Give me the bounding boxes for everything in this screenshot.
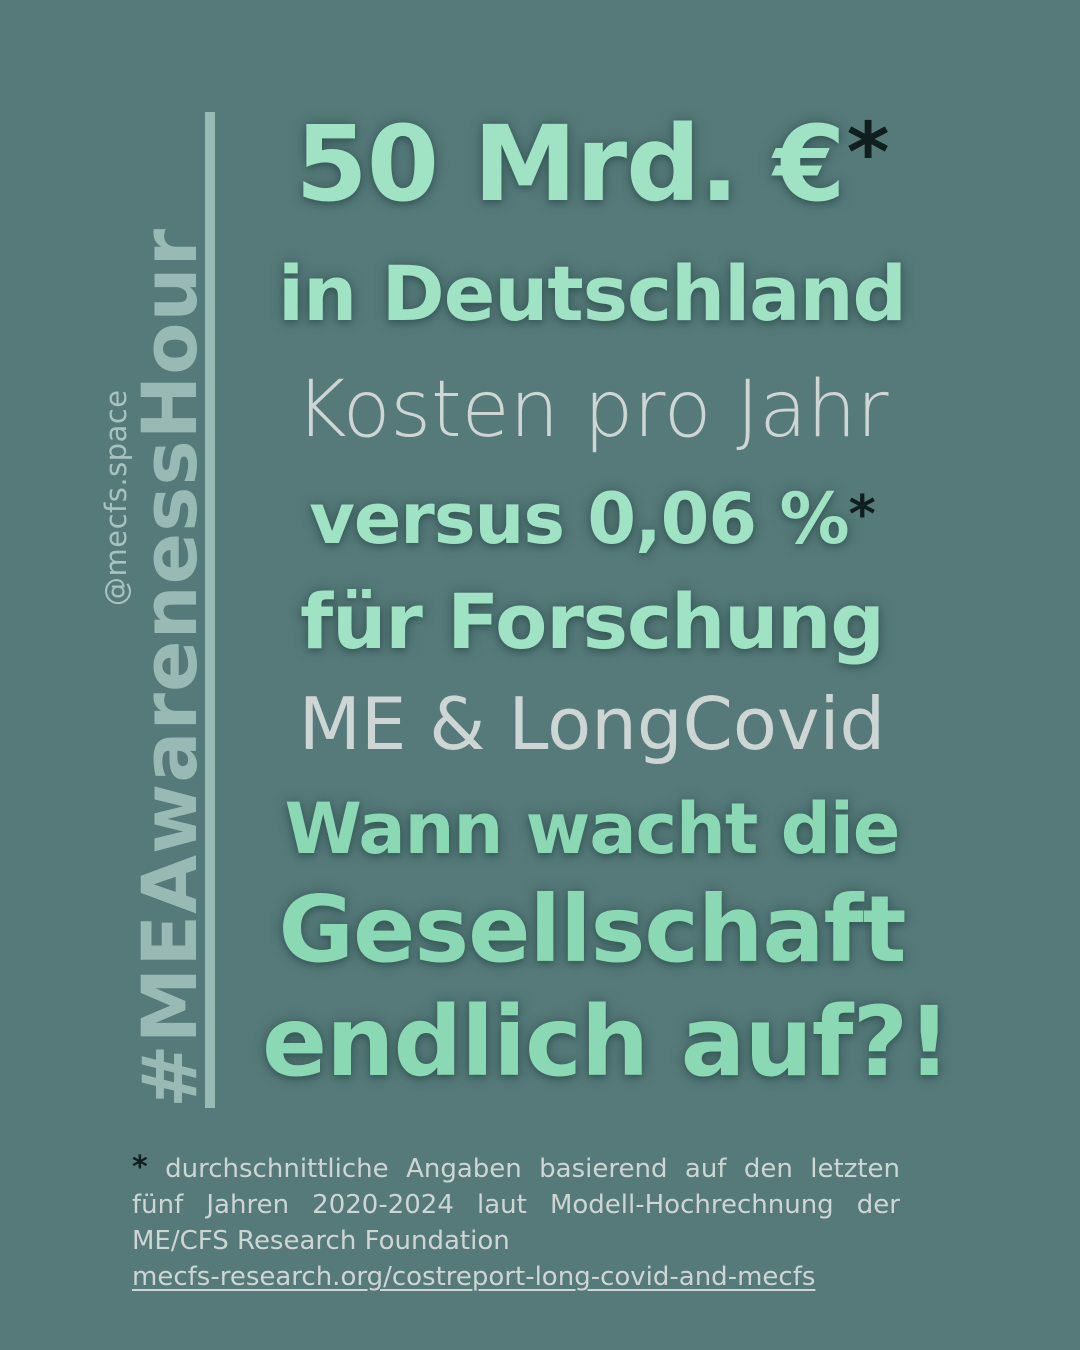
versus-asterisk: * [848, 485, 876, 545]
poster: #MEAwarenessHour @mecfs.space 50 Mrd. €*… [0, 0, 1080, 1350]
amount-asterisk: * [846, 106, 890, 201]
headline-amount: 50 Mrd. €* [262, 104, 922, 224]
source-link[interactable]: mecfs-research.org/costreport-long-covid… [132, 1259, 900, 1295]
headline-region: in Deutschland [278, 249, 907, 338]
diseases-label: ME & LongCovid [298, 682, 886, 766]
footnote-text: durchschnittliche Angaben basierend auf … [132, 1154, 901, 1256]
question-line-3: endlich auf?! [262, 986, 951, 1098]
cost-label: Kosten pro Jahr [295, 365, 889, 455]
question-line-2: Gesellschaft [278, 876, 906, 983]
headline-research: für Forschung [300, 577, 885, 666]
headline-versus: versus 0,06 %* [262, 478, 922, 560]
question-line-1: Wann wacht die [284, 788, 901, 870]
hashtag-label: #MEAwarenessHour [125, 227, 214, 1108]
footnote-asterisk: * [132, 1150, 148, 1185]
versus-text: versus 0,06 % [309, 478, 849, 560]
footnote: * durchschnittliche Angaben basierend au… [132, 1150, 900, 1295]
amount-text: 50 Mrd. € [295, 103, 845, 225]
account-handle: @mecfs.space [99, 389, 133, 606]
hashtag-underline [205, 112, 215, 1108]
